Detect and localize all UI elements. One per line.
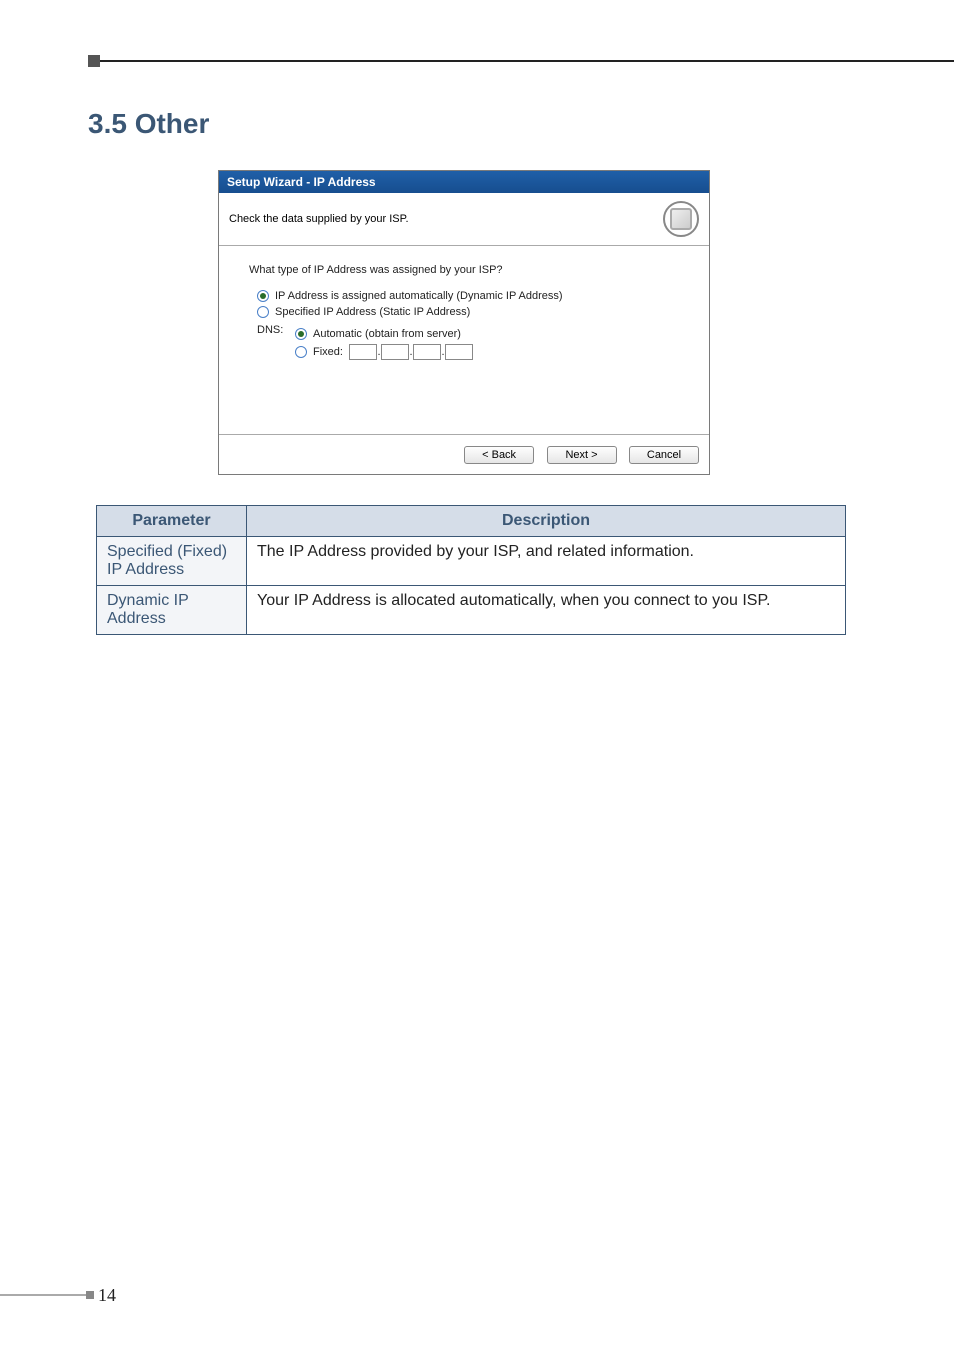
radio-icon <box>295 346 307 358</box>
dns-ip-octet-2[interactable] <box>381 344 409 360</box>
table-row: Specified (Fixed) IP Address The IP Addr… <box>97 537 846 586</box>
page-content: 3.5 Other Setup Wizard - IP Address Chec… <box>88 108 914 635</box>
table-header-description: Description <box>247 506 846 537</box>
dns-section: DNS: Automatic (obtain from server) Fixe… <box>257 324 679 364</box>
dns-ip-octet-3[interactable] <box>413 344 441 360</box>
parameter-table: Parameter Description Specified (Fixed) … <box>96 505 846 635</box>
dns-ip-input-group: ... <box>349 344 473 360</box>
wizard-footer: < Back Next > Cancel <box>219 435 709 474</box>
header-rule <box>100 60 954 62</box>
wizard-question: What type of IP Address was assigned by … <box>249 264 679 276</box>
dns-options: Automatic (obtain from server) Fixed: ..… <box>295 324 473 364</box>
radio-icon <box>257 290 269 302</box>
wizard-icon <box>663 201 699 237</box>
table-header-row: Parameter Description <box>97 506 846 537</box>
header-marker <box>88 55 100 67</box>
table-header-parameter: Parameter <box>97 506 247 537</box>
radio-label-dns-fixed: Fixed: <box>313 346 343 358</box>
dns-label: DNS: <box>257 324 287 336</box>
wizard-body: What type of IP Address was assigned by … <box>219 246 709 435</box>
wizard-subheader: Check the data supplied by your ISP. <box>219 193 709 246</box>
cancel-button[interactable]: Cancel <box>629 446 699 464</box>
dns-ip-octet-1[interactable] <box>349 344 377 360</box>
page-number: 14 <box>98 1285 116 1306</box>
param-cell: Dynamic IP Address <box>97 586 247 635</box>
radio-icon <box>257 306 269 318</box>
param-cell: Specified (Fixed) IP Address <box>97 537 247 586</box>
radio-row-dynamic-ip[interactable]: IP Address is assigned automatically (Dy… <box>257 290 679 302</box>
radio-label-dynamic-ip: IP Address is assigned automatically (Dy… <box>275 290 563 302</box>
setup-wizard-window: Setup Wizard - IP Address Check the data… <box>218 170 710 475</box>
dns-ip-octet-4[interactable] <box>445 344 473 360</box>
back-button[interactable]: < Back <box>464 446 534 464</box>
desc-cell: The IP Address provided by your ISP, and… <box>247 537 846 586</box>
desc-cell: Your IP Address is allocated automatical… <box>247 586 846 635</box>
wizard-subheader-text: Check the data supplied by your ISP. <box>229 213 409 225</box>
radio-label-static-ip: Specified IP Address (Static IP Address) <box>275 306 470 318</box>
radio-row-static-ip[interactable]: Specified IP Address (Static IP Address) <box>257 306 679 318</box>
table-row: Dynamic IP Address Your IP Address is al… <box>97 586 846 635</box>
radio-label-dns-auto: Automatic (obtain from server) <box>313 328 461 340</box>
section-heading: 3.5 Other <box>88 108 914 140</box>
radio-row-dns-auto[interactable]: Automatic (obtain from server) <box>295 328 473 340</box>
radio-icon <box>295 328 307 340</box>
radio-row-dns-fixed[interactable]: Fixed: ... <box>295 344 473 360</box>
wizard-titlebar: Setup Wizard - IP Address <box>219 171 709 193</box>
footer-rule <box>0 1294 88 1296</box>
next-button[interactable]: Next > <box>547 446 617 464</box>
